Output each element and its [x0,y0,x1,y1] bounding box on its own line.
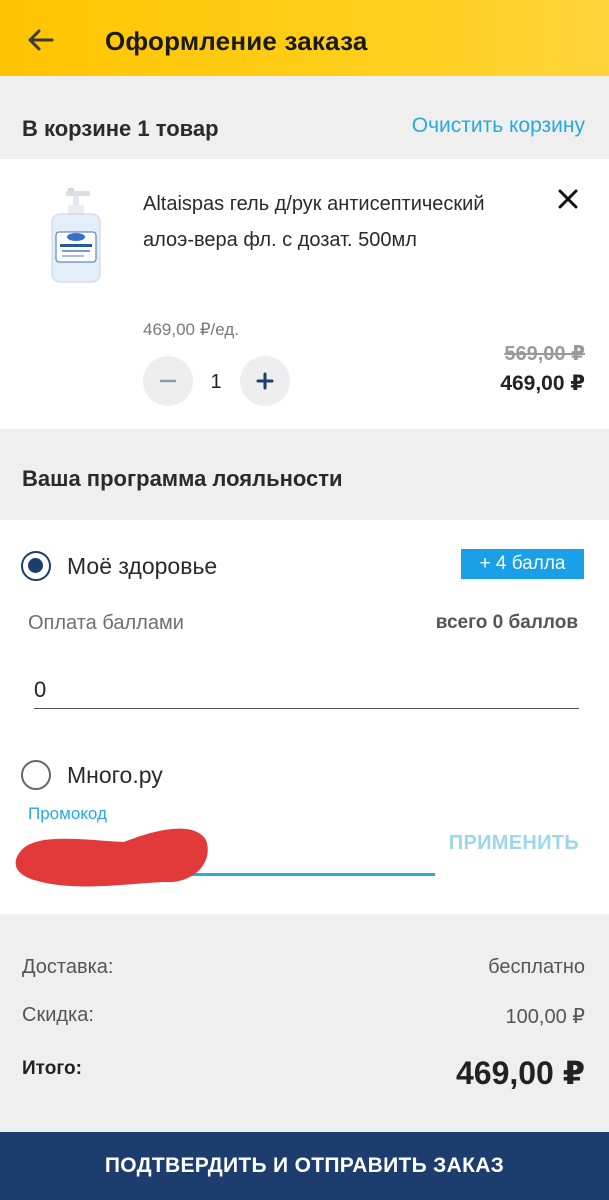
unit-price: 469,00 ₽/ед. [143,320,239,339]
app-header: Оформление заказа [0,0,609,76]
product-image [51,188,101,283]
close-icon [558,189,578,209]
promo-code-label: Промокод [28,804,107,823]
loyalty-option-radio-mnogo[interactable] [21,760,51,790]
total-label: Итого: [22,1058,82,1079]
page-title: Оформление заказа [105,26,368,56]
loyalty-option-label[interactable]: Моё здоровье [67,553,217,580]
loyalty-option-radio-my-health[interactable] [21,551,51,581]
arrow-left-icon [28,29,54,51]
quantity-decrease-button[interactable] [143,356,193,406]
submit-order-button[interactable]: ПОДТВЕРДИТЬ И ОТПРАВИТЬ ЗАКАЗ [0,1132,609,1200]
clear-cart-link[interactable]: Очистить корзину [412,114,585,138]
minus-icon [159,379,177,383]
points-input[interactable] [34,672,579,709]
quantity-value: 1 [210,371,222,393]
delivery-value: бесплатно [488,956,585,978]
cart-count-label: В корзине 1 товар [22,116,219,141]
pay-points-label: Оплата баллами [28,612,184,634]
loyalty-title: Ваша программа лояльности [22,466,343,491]
discount-value: 100,00 ₽ [505,1006,585,1028]
product-name[interactable]: Altaispas гель д/рук антисептический ало… [143,186,523,258]
remove-item-button[interactable] [555,186,581,212]
old-price: 569,00 ₽ [504,343,585,365]
redaction-scribble [15,828,208,887]
delivery-label: Доставка: [22,956,114,978]
total-value: 469,00 ₽ [455,1055,585,1091]
bonus-badge: + 4 балла [461,549,584,579]
quantity-increase-button[interactable] [240,356,290,406]
loyalty-option-label[interactable]: Много.ру [67,762,163,789]
plus-icon [256,372,274,390]
apply-promo-button[interactable]: ПРИМЕНИТЬ [449,832,579,855]
total-points-label: всего 0 баллов [435,612,578,633]
current-price: 469,00 ₽ [500,372,585,395]
back-button[interactable] [22,22,58,58]
discount-label: Скидка: [22,1004,94,1026]
